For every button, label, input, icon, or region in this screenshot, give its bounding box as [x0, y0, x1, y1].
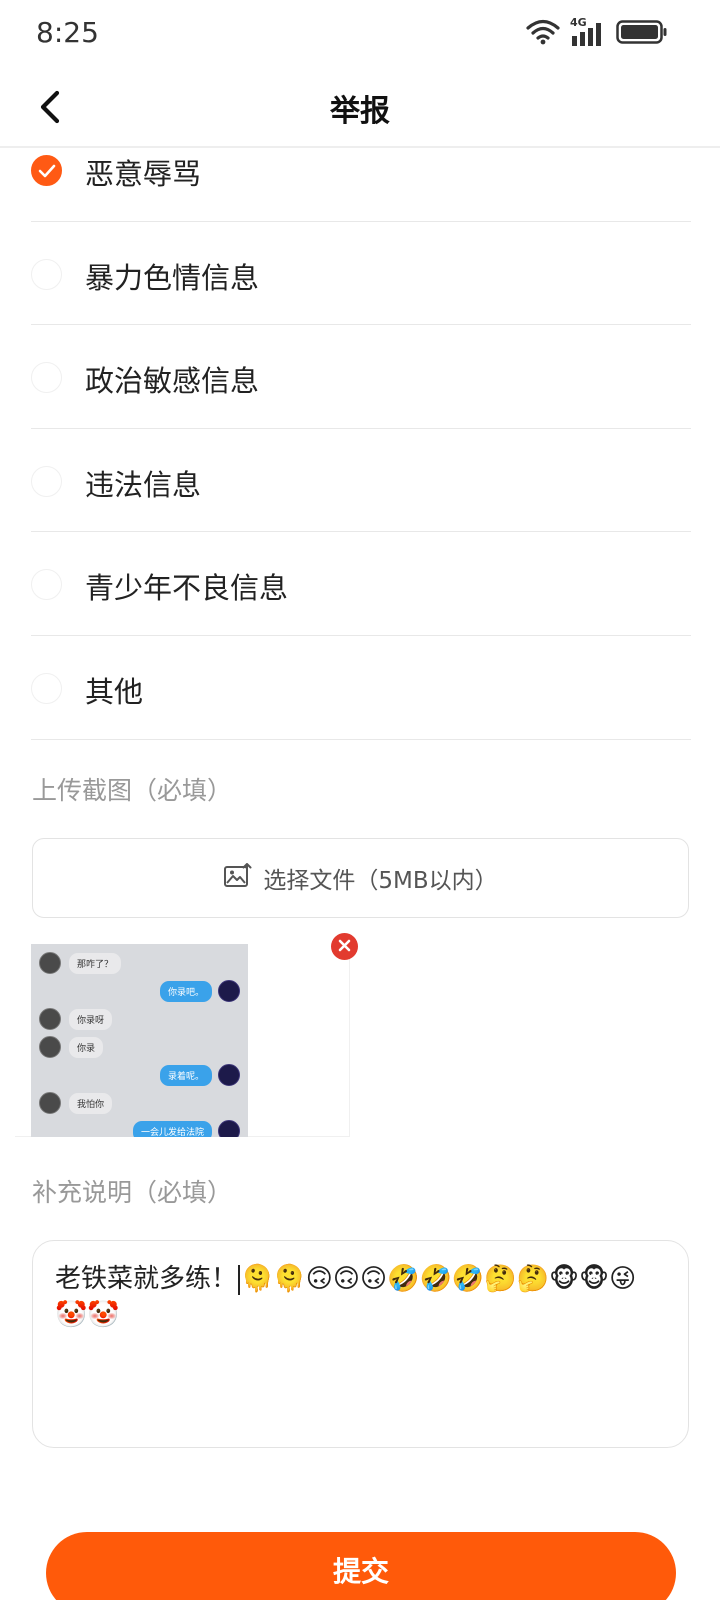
reason-label: 青少年不良信息: [85, 571, 289, 606]
screenshot-thumbnail: 那咋了？ 你录吧。 你录呀 你录 录着呢。 我怕你 一会儿发给法院: [31, 944, 248, 1137]
radio-unchecked-icon[interactable]: [31, 362, 62, 394]
battery-icon: [616, 18, 668, 50]
reason-label: 恶意辱骂: [85, 157, 202, 191]
radio-unchecked-icon[interactable]: [31, 672, 62, 704]
signal-4g-icon: 4G: [570, 16, 606, 48]
radio-checked-icon[interactable]: [31, 155, 62, 186]
reason-option[interactable]: 其他: [31, 636, 691, 740]
message-text: 一会儿发给法院: [132, 1120, 212, 1137]
avatar: [39, 1036, 61, 1058]
reason-option[interactable]: 暴力色情信息: [31, 222, 691, 326]
chat-message-right: 一会儿发给法院: [132, 1120, 240, 1137]
status-bar: 8:25 4G: [0, 0, 720, 70]
upload-section-title: 上传截图（必填）: [32, 776, 233, 805]
choose-file-label: 选择文件（5MB以内）: [263, 868, 498, 894]
avatar: [218, 1120, 240, 1137]
message-text: 你录呀: [69, 1008, 113, 1030]
description-text-before-caret: 老铁菜就多练！: [55, 1264, 238, 1294]
text-caret: [238, 1264, 241, 1295]
chat-message-left: 那咋了？: [39, 952, 122, 974]
reason-option[interactable]: 青少年不良信息: [31, 532, 691, 636]
avatar: [218, 1064, 240, 1086]
description-text: 老铁菜就多练！ 🫠🫠🙃🙃🙃🤣🤣🤣🤔🤔🐵🐵😜🤡🤡: [55, 1261, 666, 1333]
radio-unchecked-icon[interactable]: [31, 569, 62, 601]
description-section-title: 补充说明（必填）: [32, 1178, 233, 1207]
reason-label: 其他: [85, 674, 144, 709]
reason-option[interactable]: 违法信息: [31, 429, 691, 533]
message-text: 我怕你: [69, 1092, 113, 1114]
chat-message-right: 你录吧。: [159, 980, 240, 1002]
chat-message-right: 录着呢。: [159, 1064, 240, 1086]
description-textarea[interactable]: 老铁菜就多练！ 🫠🫠🙃🙃🙃🤣🤣🤣🤔🤔🐵🐵😜🤡🤡: [32, 1240, 689, 1448]
message-text: 你录吧。: [159, 980, 212, 1002]
status-icons: 4G: [526, 16, 668, 50]
chat-message-left: 你录呀: [39, 1008, 113, 1030]
reason-option[interactable]: 政治敏感信息: [31, 325, 691, 429]
radio-unchecked-icon[interactable]: [31, 258, 62, 290]
submit-button[interactable]: 提交: [46, 1532, 676, 1600]
message-text: 录着呢。: [159, 1064, 212, 1086]
image-upload-icon: [223, 863, 253, 893]
avatar: [39, 952, 61, 974]
reason-option[interactable]: 恶意辱骂: [31, 118, 691, 222]
avatar: [218, 980, 240, 1002]
avatar: [39, 1092, 61, 1114]
chat-message-left: 你录: [39, 1036, 104, 1058]
message-text: 你录: [69, 1036, 104, 1058]
close-icon: [338, 937, 351, 956]
status-time: 8:25: [36, 16, 99, 49]
reason-label: 违法信息: [85, 467, 202, 502]
chat-message-left: 我怕你: [39, 1092, 113, 1114]
report-reason-list: 恶意辱骂 暴力色情信息 政治敏感信息 违法信息 青少年不良信息 其他: [31, 118, 691, 740]
uploaded-image-preview[interactable]: 那咋了？ 你录吧。 你录呀 你录 录着呢。 我怕你 一会儿发给法院: [15, 944, 350, 1137]
choose-file-button[interactable]: 选择文件（5MB以内）: [32, 838, 689, 918]
radio-unchecked-icon[interactable]: [31, 465, 62, 497]
reason-label: 政治敏感信息: [85, 364, 260, 399]
avatar: [39, 1008, 61, 1030]
reason-label: 暴力色情信息: [85, 260, 260, 295]
wifi-icon: [526, 19, 560, 49]
remove-image-button[interactable]: [331, 933, 358, 960]
message-text: 那咋了？: [69, 952, 122, 974]
